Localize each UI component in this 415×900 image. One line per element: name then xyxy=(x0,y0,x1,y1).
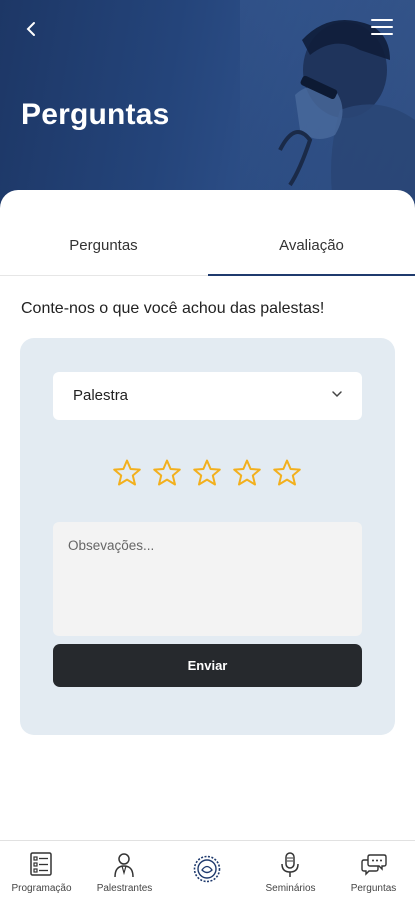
nav-label: Perguntas xyxy=(350,883,397,894)
menu-button[interactable] xyxy=(371,19,393,37)
star-icon[interactable] xyxy=(192,458,222,488)
back-button[interactable] xyxy=(24,16,54,42)
hamburger-menu-icon xyxy=(371,19,393,21)
lecture-select[interactable]: Palestra xyxy=(53,372,362,420)
speaker-person-icon xyxy=(114,853,134,878)
chat-bubbles-icon xyxy=(361,854,387,876)
tab-avaliacao[interactable]: Avaliação xyxy=(208,216,415,276)
star-icon[interactable] xyxy=(112,458,142,488)
chevron-down-icon xyxy=(332,391,342,398)
bottom-nav: Programação Palestrantes Seminários Perg… xyxy=(0,840,415,900)
schedule-list-icon xyxy=(30,852,52,876)
nav-label: Palestrantes xyxy=(96,883,153,894)
content-sheet: Perguntas Avaliação Conte-nos o que você… xyxy=(0,190,415,840)
notes-field[interactable] xyxy=(53,522,362,636)
star-icon[interactable] xyxy=(232,458,262,488)
nav-item-palestrantes[interactable]: Palestrantes xyxy=(83,841,166,900)
star-icon[interactable] xyxy=(272,458,302,488)
nav-item-perguntas[interactable]: Perguntas xyxy=(332,841,415,900)
tab-perguntas[interactable]: Perguntas xyxy=(0,216,207,276)
nav-label: Programação xyxy=(11,883,72,894)
chevron-left-icon xyxy=(26,22,35,36)
nav-item-programacao[interactable]: Programação xyxy=(0,841,83,900)
star-icon[interactable] xyxy=(152,458,182,488)
submit-button[interactable]: Enviar xyxy=(53,644,362,687)
tab-bar: Perguntas Avaliação xyxy=(0,216,415,276)
nav-label: Seminários xyxy=(265,883,316,894)
nav-item-home[interactable] xyxy=(166,841,249,900)
star-rating xyxy=(112,458,312,490)
nav-item-seminarios[interactable]: Seminários xyxy=(249,841,332,900)
header-banner: Perguntas xyxy=(0,0,415,215)
microphone-icon xyxy=(281,852,299,877)
event-logo-icon xyxy=(193,855,221,883)
evaluation-intro: Conte-nos o que você achou das palestas! xyxy=(21,300,325,317)
page-title: Perguntas xyxy=(21,98,170,131)
evaluation-card: Palestra Enviar xyxy=(20,338,395,735)
lecture-select-value: Palestra xyxy=(73,387,129,404)
